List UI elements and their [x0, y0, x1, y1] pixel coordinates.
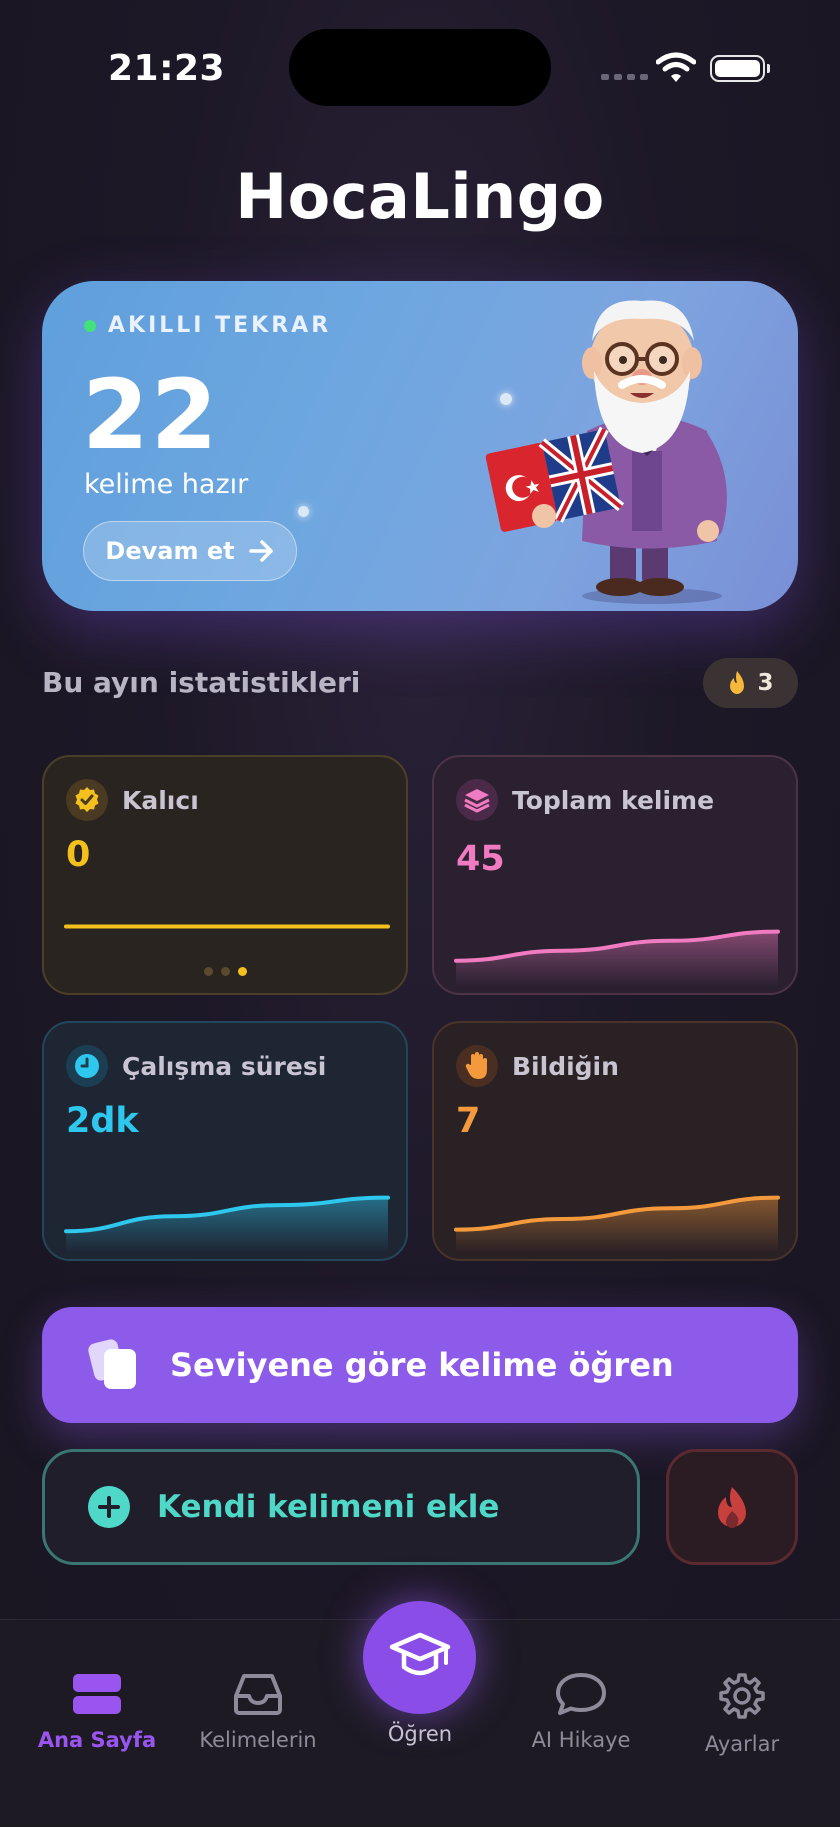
home-screen: 21:23 HocaLingo AKILLI TEKRAR 22 kelime …: [0, 0, 840, 1827]
professor-mascot-illustration: [485, 300, 727, 604]
pager-dot[interactable]: [203, 967, 213, 976]
status-dot-icon: [84, 319, 96, 332]
learn-by-level-button[interactable]: Seviyene göre kelime öğren: [42, 1307, 798, 1423]
smart-review-card[interactable]: AKILLI TEKRAR 22 kelime hazır Devam et: [42, 281, 798, 611]
stat-value: 2dk: [66, 1101, 139, 1141]
status-time: 21:23: [108, 48, 226, 89]
app-title: HocaLingo: [235, 160, 605, 233]
inbox-icon: [234, 1674, 282, 1715]
cards-stack-icon: [88, 1339, 136, 1389]
stat-value: 0: [66, 835, 91, 875]
stat-card-total-words[interactable]: Toplam kelime 45: [432, 755, 798, 995]
battery-icon: [710, 55, 770, 82]
dynamic-island: [289, 29, 551, 106]
streak-count: 3: [757, 670, 774, 696]
home-icon: [73, 1674, 121, 1714]
trend-area: [456, 931, 778, 987]
arrow-right-icon: [248, 540, 273, 562]
tab-settings[interactable]: Ayarlar: [657, 1672, 827, 1756]
sparkle-icon: [298, 506, 309, 517]
stat-card-permanent[interactable]: Kalıcı 0: [42, 755, 408, 995]
ready-word-label: kelime hazır: [84, 469, 249, 500]
wifi-icon: [656, 52, 696, 82]
gear-icon: [719, 1673, 765, 1719]
hand-raised-icon: [456, 1045, 498, 1087]
stat-card-study-time[interactable]: Çalışma süresi 2dk: [42, 1021, 408, 1261]
learn-tab-button[interactable]: [363, 1601, 476, 1714]
add-own-word-label: Kendi kelimeni ekle: [157, 1489, 500, 1525]
stat-value: 7: [456, 1101, 481, 1141]
plus-circle-icon: [88, 1486, 130, 1528]
stat-label: Toplam kelime: [512, 785, 715, 815]
permanent-trend-chart: [64, 924, 390, 929]
clock-icon: [66, 1045, 108, 1087]
card-pager-dots[interactable]: [44, 967, 406, 976]
fire-icon: [718, 1487, 746, 1528]
continue-button[interactable]: Devam et: [83, 521, 297, 581]
stat-value: 45: [456, 839, 505, 879]
tab-label: Ayarlar: [704, 1732, 780, 1756]
study-time-trend-chart: [64, 1195, 390, 1253]
cellular-signal-icon: [601, 74, 648, 80]
add-own-word-button[interactable]: Kendi kelimeni ekle: [42, 1449, 640, 1565]
tab-label: AI Hikaye: [531, 1728, 631, 1752]
continue-button-label: Devam et: [105, 537, 235, 565]
tab-label: Kelimelerin: [199, 1728, 317, 1752]
streak-badge[interactable]: 3: [703, 658, 798, 708]
graduation-cap-icon: [389, 1632, 450, 1675]
tab-ai-story[interactable]: AI Hikaye: [496, 1672, 666, 1752]
chat-bubble-icon: [556, 1673, 606, 1715]
stat-label: Kalıcı: [122, 785, 199, 815]
layers-icon: [456, 779, 498, 821]
tab-label: Ana Sayfa: [37, 1728, 157, 1752]
stat-label: Çalışma süresi: [122, 1051, 327, 1081]
flame-icon: [730, 671, 745, 694]
tab-home[interactable]: Ana Sayfa: [12, 1672, 182, 1752]
pager-dot-active[interactable]: [237, 967, 247, 976]
tab-words[interactable]: Kelimelerin: [173, 1672, 343, 1752]
pager-dot[interactable]: [220, 967, 230, 976]
ready-word-count: 22: [82, 359, 220, 471]
stat-card-known-words[interactable]: Bildiğin 7: [432, 1021, 798, 1261]
stat-label: Bildiğin: [512, 1051, 619, 1081]
hero-tag-label: AKILLI TEKRAR: [108, 313, 332, 338]
hero-tag: AKILLI TEKRAR: [84, 313, 331, 338]
known-words-trend-chart: [454, 1195, 780, 1253]
tab-learn-label: Öğren: [387, 1722, 453, 1746]
verified-badge-icon: [66, 779, 108, 821]
learn-by-level-label: Seviyene göre kelime öğren: [170, 1346, 674, 1384]
streak-fire-button[interactable]: [666, 1449, 798, 1565]
total-words-trend-chart: [454, 929, 780, 987]
stats-section-title: Bu ayın istatistikleri: [42, 666, 361, 699]
